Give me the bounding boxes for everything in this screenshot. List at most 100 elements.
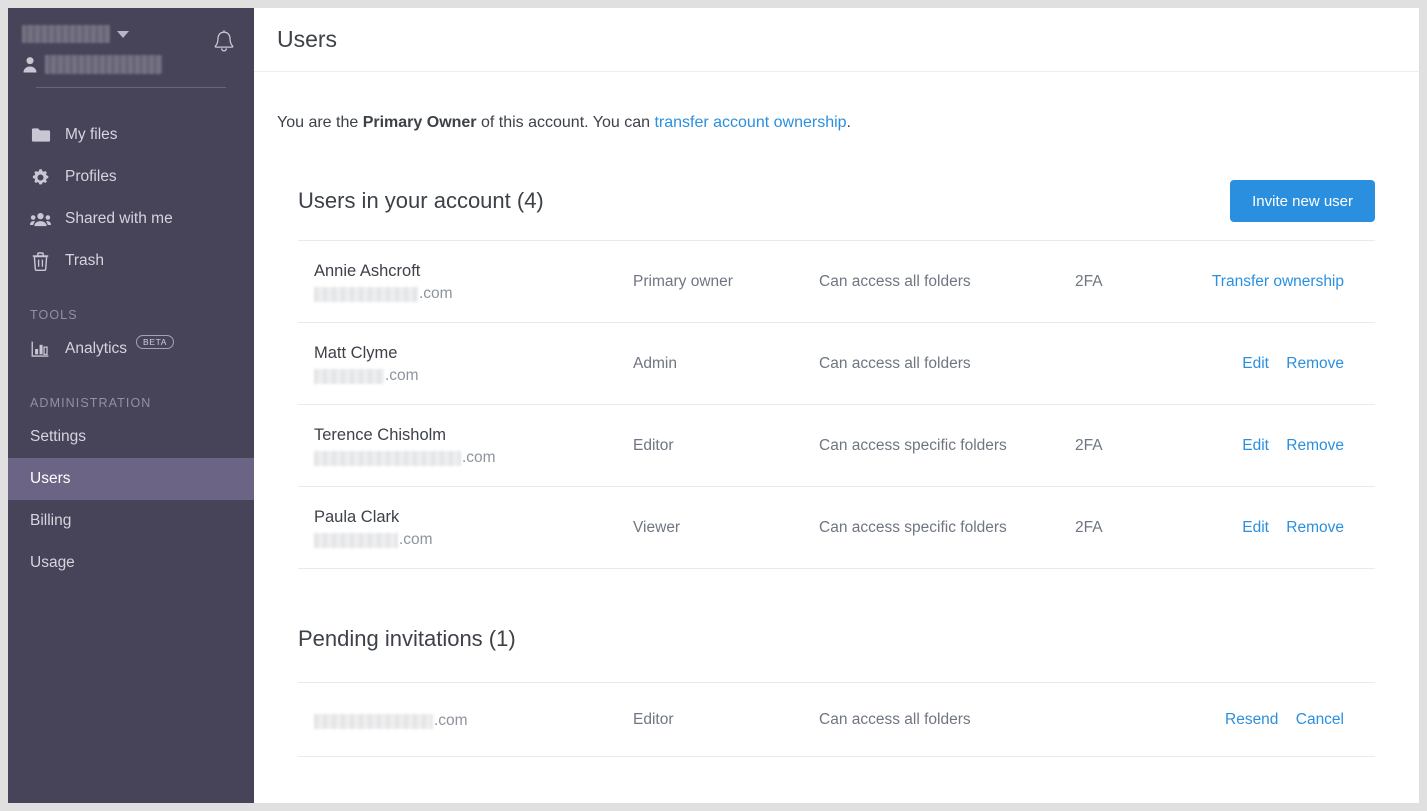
user-2fa-status: 2FA — [1075, 518, 1103, 536]
invitee-identity-cell: .com — [298, 709, 633, 730]
banner-role: Primary Owner — [362, 114, 477, 131]
table-row: Paula Clark .com Viewer Can access speci… — [298, 487, 1375, 569]
invitee-role: Editor — [633, 710, 674, 728]
user-2fa-status: 2FA — [1075, 436, 1103, 454]
banner-text-after: . — [846, 114, 851, 131]
sidebar: My files Profiles Shared with me Trash T… — [8, 8, 254, 803]
sidebar-item-analytics[interactable]: Analytics BETA — [8, 328, 254, 370]
table-row: Terence Chisholm .com Editor Can access … — [298, 405, 1375, 487]
sidebar-item-label: Shared with me — [65, 210, 173, 227]
sidebar-item-shared-with-me[interactable]: Shared with me — [8, 198, 254, 240]
user-folder-access: Can access all folders — [819, 272, 971, 290]
chevron-down-icon[interactable] — [117, 30, 129, 38]
edit-link[interactable]: Edit — [1242, 437, 1269, 454]
users-section-header: Users in your account (4) Invite new use… — [298, 179, 1375, 223]
banner-text-before: You are the — [277, 114, 363, 131]
user-identity-cell: Annie Ashcroft .com — [298, 260, 633, 303]
user-email: .com — [314, 285, 633, 303]
sidebar-section-tools: TOOLS — [30, 308, 78, 322]
pending-invitations-table: .com Editor Can access all folders Resen… — [298, 682, 1375, 757]
primary-owner-banner: You are the Primary Owner of this accoun… — [254, 72, 1419, 132]
user-actions: Edit Remove — [1187, 519, 1375, 537]
sidebar-nav: My files Profiles Shared with me Trash T… — [8, 114, 254, 584]
user-chip[interactable] — [22, 53, 240, 75]
sidebar-section-administration: ADMINISTRATION — [30, 396, 152, 410]
banner-text-middle: of this account. You can — [476, 114, 655, 131]
invitee-folder-access: Can access all folders — [819, 710, 971, 728]
email-redacted — [314, 286, 418, 302]
table-row: Matt Clyme .com Admin Can access all fol… — [298, 323, 1375, 405]
user-actions: Edit Remove — [1187, 437, 1375, 455]
sidebar-item-profiles[interactable]: Profiles — [8, 156, 254, 198]
user-email: .com — [314, 531, 633, 549]
email-redacted — [314, 532, 398, 548]
page-title: Users — [277, 26, 338, 52]
sidebar-item-billing[interactable]: Billing — [8, 500, 254, 542]
user-name: Matt Clyme — [314, 343, 398, 362]
pending-section-header: Pending invitations (1) — [298, 617, 1375, 661]
cancel-link[interactable]: Cancel — [1296, 711, 1344, 728]
user-folder-access: Can access all folders — [819, 354, 971, 372]
user-role: Editor — [633, 436, 674, 454]
sidebar-item-label: Settings — [30, 428, 87, 445]
bell-icon[interactable] — [211, 28, 237, 56]
sidebar-item-settings[interactable]: Settings — [8, 416, 254, 458]
user-role: Viewer — [633, 518, 681, 536]
transfer-account-ownership-link[interactable]: transfer account ownership — [654, 114, 846, 131]
transfer-ownership-link[interactable]: Transfer ownership — [1212, 273, 1344, 290]
sidebar-item-label: Trash — [65, 252, 105, 269]
user-email: .com — [314, 367, 633, 385]
table-row: .com Editor Can access all folders Resen… — [298, 683, 1375, 757]
email-tld: .com — [462, 449, 496, 467]
user-identity-cell: Terence Chisholm .com — [298, 424, 633, 467]
edit-link[interactable]: Edit — [1242, 355, 1269, 372]
sidebar-item-label: Analytics — [65, 340, 128, 357]
users-section-title: Users in your account (4) — [298, 188, 544, 213]
user-2fa-status: 2FA — [1075, 272, 1103, 290]
invite-new-user-button[interactable]: Invite new user — [1230, 180, 1375, 222]
edit-link[interactable]: Edit — [1242, 519, 1269, 536]
sidebar-item-label: My files — [65, 126, 118, 143]
email-redacted — [314, 713, 433, 729]
email-redacted — [314, 368, 384, 384]
pending-section-title: Pending invitations (1) — [298, 626, 516, 651]
gear-icon — [30, 167, 51, 188]
pending-invitations-section: Pending invitations (1) .com Editor Can … — [298, 617, 1375, 757]
main-content: Users You are the Primary Owner of this … — [254, 8, 1419, 803]
sidebar-item-label: Users — [30, 470, 71, 487]
people-icon — [30, 209, 51, 230]
sidebar-divider — [36, 87, 226, 88]
sidebar-item-label: Usage — [30, 554, 75, 571]
table-row: Annie Ashcroft .com Primary owner Can ac… — [298, 241, 1375, 323]
user-folder-access: Can access specific folders — [819, 518, 1007, 536]
person-icon — [22, 56, 38, 73]
users-section: Users in your account (4) Invite new use… — [298, 179, 1375, 569]
resend-link[interactable]: Resend — [1225, 711, 1278, 728]
sidebar-item-usage[interactable]: Usage — [8, 542, 254, 584]
user-identity-cell: Paula Clark .com — [298, 506, 633, 549]
email-tld: .com — [385, 367, 419, 385]
user-name-redacted — [45, 54, 162, 74]
sidebar-item-trash[interactable]: Trash — [8, 240, 254, 282]
remove-link[interactable]: Remove — [1286, 519, 1344, 536]
app-window: My files Profiles Shared with me Trash T… — [8, 8, 1419, 803]
remove-link[interactable]: Remove — [1286, 355, 1344, 372]
sidebar-item-users[interactable]: Users — [8, 458, 254, 500]
user-folder-access: Can access specific folders — [819, 436, 1007, 454]
account-switcher[interactable] — [22, 24, 240, 44]
user-actions: Transfer ownership — [1187, 273, 1375, 291]
user-identity-cell: Matt Clyme .com — [298, 342, 633, 385]
invitee-email: .com — [314, 712, 633, 730]
invitee-actions: Resend Cancel — [1187, 711, 1375, 729]
users-table: Annie Ashcroft .com Primary owner Can ac… — [298, 240, 1375, 569]
sidebar-item-label: Billing — [30, 512, 72, 529]
remove-link[interactable]: Remove — [1286, 437, 1344, 454]
user-actions: Edit Remove — [1187, 355, 1375, 373]
user-email: .com — [314, 449, 633, 467]
email-tld: .com — [434, 712, 468, 729]
sidebar-item-my-files[interactable]: My files — [8, 114, 254, 156]
email-tld: .com — [419, 285, 453, 303]
beta-badge: BETA — [136, 334, 175, 350]
user-name: Paula Clark — [314, 507, 400, 526]
user-role: Admin — [633, 354, 677, 372]
